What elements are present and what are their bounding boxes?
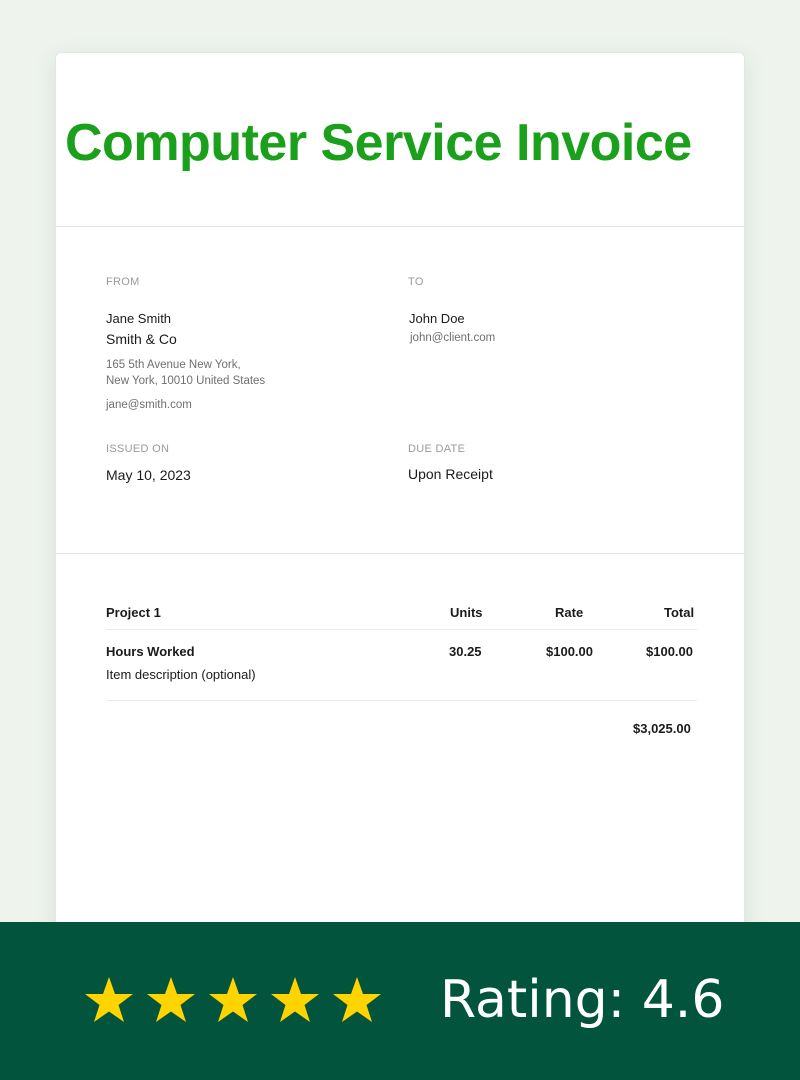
rating-text: Rating: 4.6: [440, 970, 725, 1030]
from-address-line2: New York, 10010 United States: [106, 375, 266, 387]
invoice-card: Computer Service Invoice FROM Jane Smith…: [55, 52, 745, 932]
table-header-rate: Rate: [555, 605, 584, 620]
issued-date: May 10, 2023: [106, 467, 191, 483]
from-label: FROM: [106, 276, 140, 288]
star-icon: [270, 976, 320, 1024]
from-name: Jane Smith: [106, 311, 172, 326]
table-footer-line: [106, 700, 697, 701]
invoice-header: Computer Service Invoice: [56, 53, 744, 227]
from-address-line1: 165 5th Avenue New York,: [106, 359, 241, 371]
row-total: $100.00: [646, 644, 693, 659]
to-label: TO: [408, 276, 424, 288]
star-icon: [332, 976, 382, 1024]
due-date: Upon Receipt: [408, 466, 493, 482]
star-icon: [208, 976, 258, 1024]
star-icon: [84, 976, 134, 1024]
grand-total: $3,025.00: [633, 721, 691, 736]
from-email: jane@smith.com: [106, 399, 192, 411]
table-header-line: [106, 629, 697, 630]
section-divider: [56, 553, 744, 554]
row-item-description: Item description (optional): [106, 667, 256, 682]
table-header-total: Total: [664, 605, 695, 620]
to-email: john@client.com: [410, 332, 496, 344]
table-header-units: Units: [450, 605, 483, 620]
table-header-project: Project 1: [106, 605, 161, 620]
invoice-title: Computer Service Invoice: [65, 114, 692, 172]
row-item-name: Hours Worked: [106, 644, 195, 659]
to-name: John Doe: [409, 311, 465, 326]
due-label: DUE DATE: [408, 443, 466, 455]
star-icon: [146, 976, 196, 1024]
row-units: 30.25: [449, 644, 482, 659]
row-rate: $100.00: [546, 644, 593, 659]
issued-label: ISSUED ON: [106, 443, 170, 455]
star-rating: [84, 976, 382, 1024]
from-company: Smith & Co: [106, 331, 177, 347]
rating-banner: Rating: 4.6: [0, 922, 800, 1080]
